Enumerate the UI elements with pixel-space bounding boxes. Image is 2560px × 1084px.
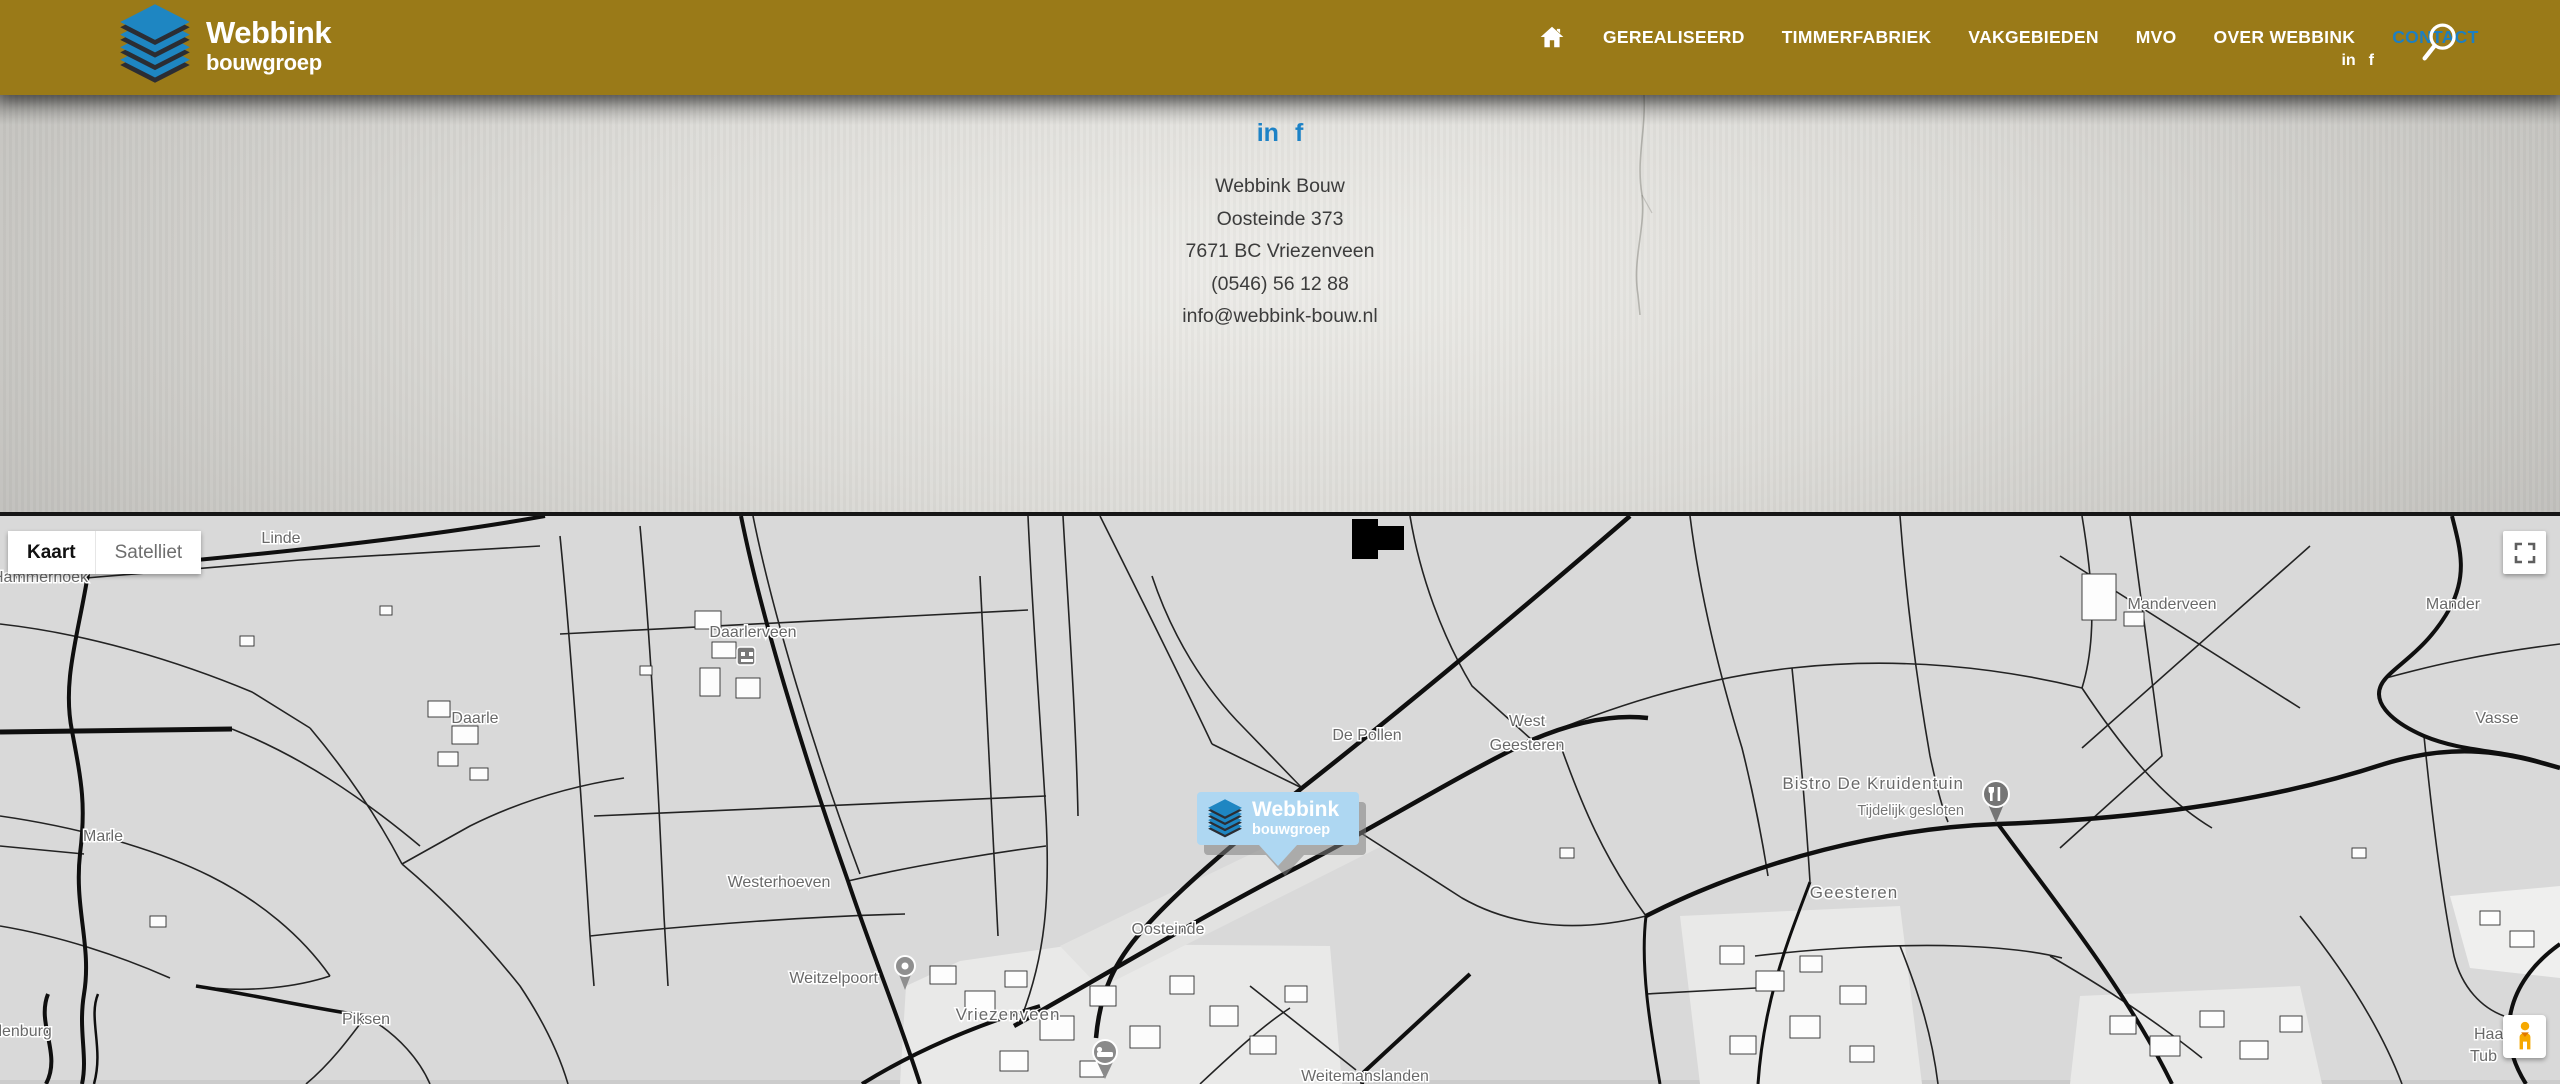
logo-title: Webbink — [206, 17, 331, 48]
map-industrial-building — [1352, 519, 1404, 559]
map-type-control: Kaart Satelliet — [8, 531, 201, 574]
nav-timmerfabriek[interactable]: TIMMERFABRIEK — [1782, 27, 1932, 48]
map-label: Haa — [2474, 1026, 2503, 1043]
fullscreen-button[interactable] — [2503, 531, 2546, 574]
map-label: Vasse — [2475, 710, 2518, 727]
marker-subtitle: bouwgroep — [1252, 823, 1339, 838]
map-label: Marle — [83, 828, 123, 845]
webbink-map-marker[interactable]: Webbink bouwgroep — [1197, 792, 1359, 866]
email-address: info@webbink-bouw.nl — [0, 300, 2560, 333]
map-label-poi: Bistro De Kruidentuin — [1782, 774, 1964, 793]
marker-tail — [1259, 845, 1297, 866]
logo-icon — [1207, 799, 1243, 839]
nav-mvo[interactable]: MVO — [2136, 27, 2177, 48]
nav-gerealiseerd[interactable]: GEREALISEERD — [1603, 27, 1745, 48]
map-label: Oosteinde — [1132, 921, 1205, 938]
map-section: Linde Hammerhoek Daarlerveen Daarle Marl… — [0, 512, 2560, 1080]
map-label: uilenburg — [0, 1023, 52, 1040]
map-label: Weitemanslanden — [1301, 1068, 1429, 1084]
map-label: Westerhoeven — [728, 874, 831, 891]
map-label: West — [1509, 713, 1546, 730]
logo-subtitle: bouwgroep — [206, 52, 331, 74]
facebook-icon[interactable]: f — [1295, 119, 1303, 148]
header: Webbink bouwgroep GEREALISEERD TIMMERFAB… — [0, 0, 2560, 95]
map-label: Piksen — [342, 1011, 390, 1028]
map-label: Geesteren — [1490, 737, 1565, 754]
header-social: in f — [2341, 52, 2374, 70]
linkedin-icon[interactable]: in — [1257, 119, 1279, 148]
map-label: Weitzelpoort — [789, 970, 878, 987]
fullscreen-icon — [2514, 542, 2536, 564]
map-label: Mander — [2426, 596, 2481, 613]
map-button-kaart[interactable]: Kaart — [8, 531, 95, 574]
poi-station-daarlerveen[interactable] — [737, 647, 755, 665]
street-address: Oosteinde 373 — [0, 203, 2560, 236]
map-label: Daarle — [451, 710, 498, 727]
home-icon — [1538, 24, 1566, 50]
nav-over-webbink[interactable]: OVER WEBBINK — [2214, 27, 2356, 48]
postal-city: 7671 BC Vriezenveen — [0, 235, 2560, 268]
logo[interactable]: Webbink bouwgroep — [118, 4, 331, 86]
marker-title: Webbink — [1252, 799, 1339, 820]
linkedin-icon[interactable]: in — [2341, 52, 2355, 70]
phone-number: (0546) 56 12 88 — [0, 268, 2560, 301]
contact-social: in f — [0, 119, 2560, 148]
search-icon[interactable] — [2418, 20, 2462, 66]
nav-home[interactable] — [1538, 24, 1566, 50]
map-label: De Pollen — [1332, 727, 1401, 744]
map-label: Vriezenveen — [956, 1005, 1061, 1024]
map-label: Geesteren — [1810, 883, 1898, 902]
map-label: Daarlerveen — [709, 624, 796, 641]
pegman-control[interactable] — [2503, 1015, 2546, 1058]
logo-icon — [118, 4, 192, 86]
contact-section: in f Webbink Bouw Oosteinde 373 7671 BC … — [0, 95, 2560, 512]
map-label: Tub — [2470, 1048, 2497, 1065]
nav-vakgebieden[interactable]: VAKGEBIEDEN — [1968, 27, 2098, 48]
contact-address-block: Webbink Bouw Oosteinde 373 7671 BC Vriez… — [0, 170, 2560, 333]
facebook-icon[interactable]: f — [2369, 52, 2374, 70]
map-label-poi-status: Tijdelijk gesloten — [1857, 803, 1964, 819]
map-label: Manderveen — [2128, 596, 2217, 613]
map-label: Linde — [261, 530, 300, 547]
main-nav: GEREALISEERD TIMMERFABRIEK VAKGEBIEDEN M… — [1538, 0, 2479, 74]
pegman-icon — [2512, 1020, 2538, 1054]
map-button-satelliet[interactable]: Satelliet — [95, 531, 202, 574]
company-name: Webbink Bouw — [0, 170, 2560, 203]
poi-pin-restaurant[interactable] — [1983, 781, 2009, 823]
